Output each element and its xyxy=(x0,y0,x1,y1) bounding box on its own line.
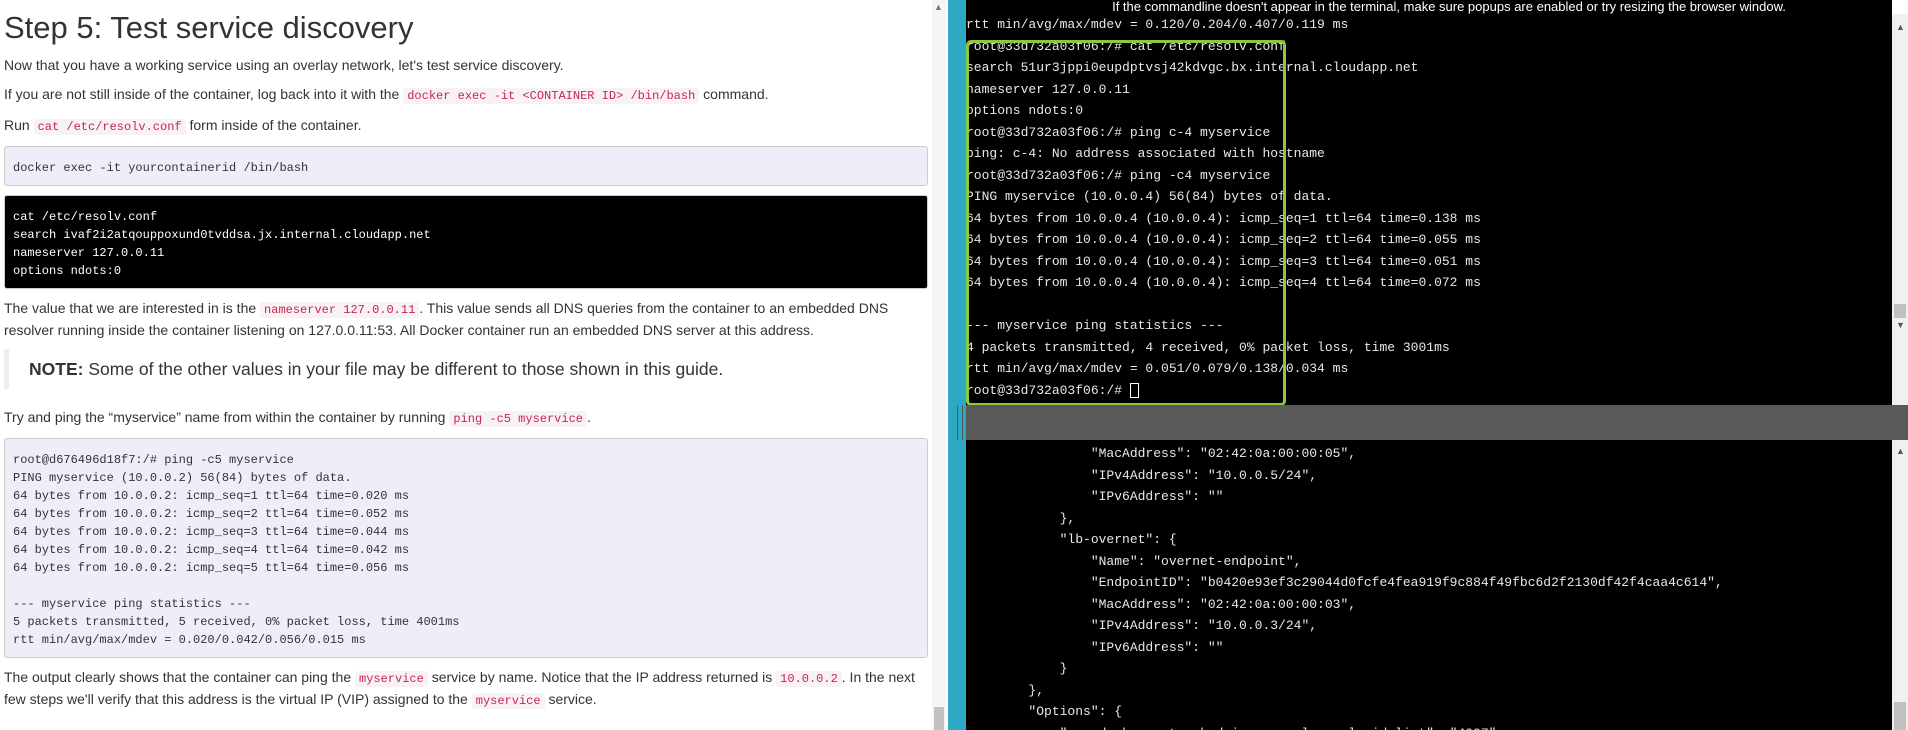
terminal-prompt: root@33d732a03f06:/# xyxy=(966,382,1130,398)
terminal-line: "MacAddress": "02:42:0a:00:00:05", xyxy=(966,446,1357,461)
text: If you are not still inside of the conta… xyxy=(4,86,404,102)
terminal-line: search 51ur3jppi0eupdptvsj42kdvgc.bx.int… xyxy=(966,60,1419,75)
terminal-top[interactable]: If the commandline doesn't appear in the… xyxy=(966,0,1892,405)
inline-code-ip: 10.0.0.2 xyxy=(776,671,842,687)
terminal-line: nameserver 127.0.0.11 xyxy=(966,81,1130,97)
scroll-up-icon[interactable]: ▲ xyxy=(1896,446,1905,456)
terminal-output: rtt min/avg/max/mdev = 0.120/0.204/0.407… xyxy=(966,14,1892,380)
terminal-line: "Options": { xyxy=(966,704,1123,719)
lab-guide-pane: Step 5: Test service discovery Now that … xyxy=(0,0,932,730)
terminal-output: "MacAddress": "02:42:0a:00:00:05", "IPv4… xyxy=(966,440,1892,730)
terminal-line: root@33d732a03f06:/# ping -c4 myservice xyxy=(966,167,1271,183)
terminal-line: --- myservice ping statistics --- xyxy=(966,318,1224,333)
note-label: NOTE: xyxy=(29,359,84,379)
terminal-line: }, xyxy=(966,510,1076,526)
terminal-hint: If the commandline doesn't appear in the… xyxy=(1112,0,1786,14)
terminal-line: 64 bytes from 10.0.0.4 (10.0.0.4): icmp_… xyxy=(966,275,1481,290)
terminal-line: "Name": "overnet-endpoint", xyxy=(966,553,1302,569)
text: The output clearly shows that the contai… xyxy=(4,669,355,685)
terminal-line: ping: c-4: No address associated with ho… xyxy=(966,146,1325,161)
terminal-line: 64 bytes from 10.0.0.4 (10.0.0.4): icmp_… xyxy=(966,210,1481,226)
text: The value that we are interested in is t… xyxy=(4,300,261,316)
scroll-down-icon[interactable]: ▼ xyxy=(1896,320,1905,330)
terminal-line: }, xyxy=(966,682,1045,698)
intro-text: Now that you have a working service usin… xyxy=(4,57,564,73)
code-block-exec[interactable]: docker exec -it yourcontainerid /bin/bas… xyxy=(4,146,928,186)
terminal-line: PING myservice (10.0.0.4) 56(84) bytes o… xyxy=(966,189,1333,204)
text: . xyxy=(586,409,591,425)
inline-code-myservice: myservice xyxy=(471,693,545,709)
code-block-resolv[interactable]: cat /etc/resolv.conf search ivaf2i2atqou… xyxy=(4,195,928,289)
terminal-bottom-scrollbar[interactable]: ▲ xyxy=(1892,440,1908,730)
explanation-text: The value that we are interested in is t… xyxy=(4,298,928,340)
terminal-line: "IPv4Address": "10.0.0.5/24", xyxy=(966,467,1318,483)
text: service. xyxy=(544,691,597,707)
terminal-line: 64 bytes from 10.0.0.4 (10.0.0.4): icmp_… xyxy=(966,232,1481,247)
terminal-top-scrollbar[interactable]: ▲ ▼ xyxy=(1892,14,1908,405)
terminal-line: rtt min/avg/max/mdev = 0.051/0.079/0.138… xyxy=(966,361,1349,376)
note-text: Some of the other values in your file ma… xyxy=(83,359,724,379)
terminal-line: root@33d732a03f06:/# cat /etc/resolv.con… xyxy=(966,38,1286,54)
scrollbar-thumb[interactable] xyxy=(934,707,944,730)
terminal-line: 4 packets transmitted, 4 received, 0% pa… xyxy=(966,339,1450,355)
inline-code-nameserver: nameserver 127.0.0.11 xyxy=(260,302,420,318)
scrollbar-thumb[interactable] xyxy=(1894,304,1906,318)
terminal-line: 64 bytes from 10.0.0.4 (10.0.0.4): icmp_… xyxy=(966,253,1481,269)
pane-divider[interactable] xyxy=(948,0,966,730)
terminal-line: "com.docker.network.driver.overlay.vxlan… xyxy=(966,723,1892,730)
scroll-up-icon[interactable]: ▲ xyxy=(1896,22,1905,32)
text: service by name. Notice that the IP addr… xyxy=(427,669,777,685)
page-title: Step 5: Test service discovery xyxy=(4,10,414,45)
instruction-exec: If you are not still inside of the conta… xyxy=(4,84,928,106)
terminal-line: rtt min/avg/max/mdev = 0.120/0.204/0.407… xyxy=(966,17,1349,32)
scroll-up-icon[interactable]: ▲ xyxy=(934,2,943,12)
terminal-line: "IPv4Address": "10.0.0.3/24", xyxy=(966,618,1318,633)
terminal-line: "IPv6Address": "" xyxy=(966,639,1224,655)
terminal-cursor xyxy=(1129,382,1139,398)
conclusion-text: The output clearly shows that the contai… xyxy=(4,667,928,711)
guide-scrollbar[interactable]: ▲ xyxy=(932,0,946,730)
scrollbar-thumb[interactable] xyxy=(1894,702,1906,730)
terminal-line: "IPv6Address": "" xyxy=(966,489,1224,504)
terminal-splitter[interactable] xyxy=(966,405,1908,440)
inline-code-cat: cat /etc/resolv.conf xyxy=(33,119,186,135)
terminal-prompt-line[interactable]: root@33d732a03f06:/# xyxy=(966,380,1892,402)
terminal-line: "EndpointID": "b0420e93ef3c29044d0fcfe4f… xyxy=(966,575,1723,590)
terminal-line: } xyxy=(966,661,1068,676)
code-block-ping[interactable]: root@d676496d18f7:/# ping -c5 myservice … xyxy=(4,438,928,658)
instruction-ping: Try and ping the “myservice” name from w… xyxy=(4,407,928,429)
text: Try and ping the “myservice” name from w… xyxy=(4,409,450,425)
text: form inside of the container. xyxy=(185,117,362,133)
inline-code-ping: ping -c5 myservice xyxy=(449,411,587,427)
text: Run xyxy=(4,117,34,133)
resize-grip-icon[interactable] xyxy=(957,405,963,440)
inline-code-exec: docker exec -it <CONTAINER ID> /bin/bash xyxy=(403,88,700,104)
text: command. xyxy=(699,86,769,102)
terminal-line: root@33d732a03f06:/# ping c-4 myservice xyxy=(966,124,1271,140)
terminal-bottom[interactable]: "MacAddress": "02:42:0a:00:00:05", "IPv4… xyxy=(966,440,1892,730)
terminal-line: "lb-overnet": { xyxy=(966,532,1177,547)
inline-code-myservice: myservice xyxy=(355,671,428,687)
note-callout: NOTE: Some of the other values in your f… xyxy=(4,349,928,389)
terminal-line: options ndots:0 xyxy=(966,103,1084,118)
terminal-line: "MacAddress": "02:42:0a:00:00:03", xyxy=(966,596,1357,612)
instruction-run: Run cat /etc/resolv.conf form inside of … xyxy=(4,115,928,137)
